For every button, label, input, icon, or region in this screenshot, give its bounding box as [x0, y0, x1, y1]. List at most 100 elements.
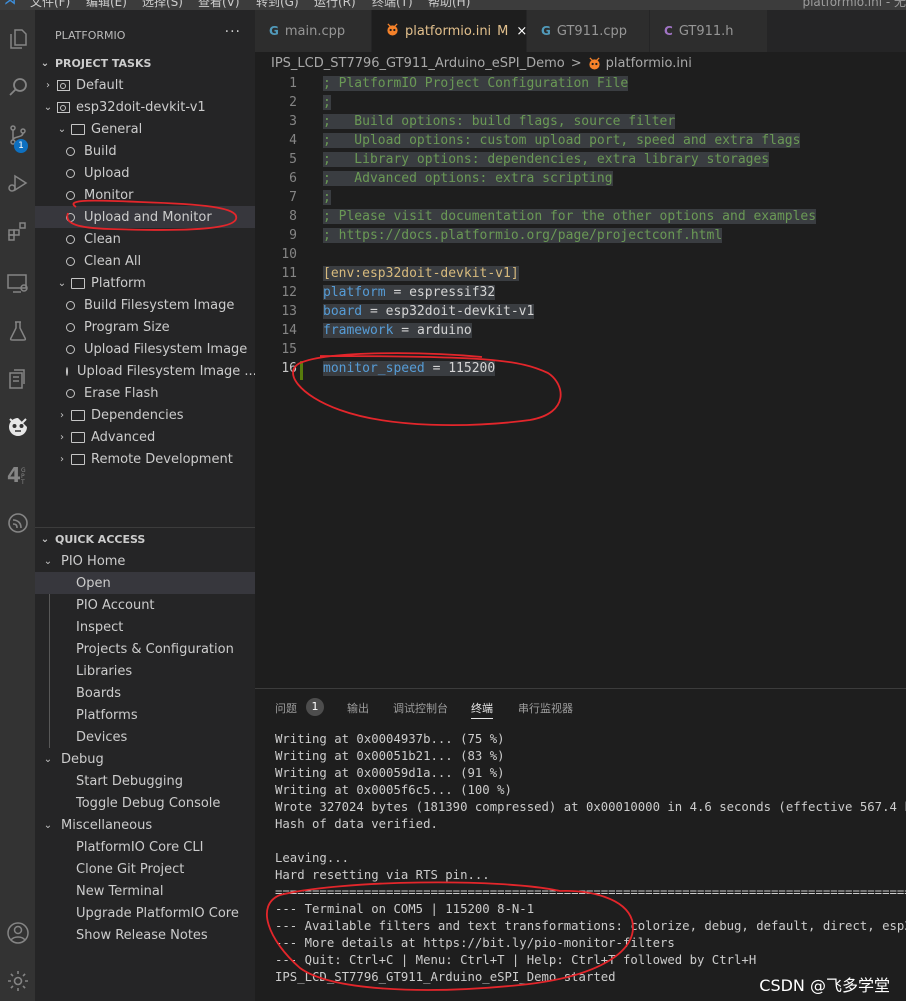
quick-clone-git-project[interactable]: Clone Git Project: [35, 858, 255, 880]
source-control-icon[interactable]: 1: [0, 116, 35, 154]
project-tasks-header[interactable]: ⌄ PROJECT TASKS: [35, 52, 255, 74]
line-number: 9: [289, 228, 297, 243]
tab-debug-console[interactable]: 调试控制台: [393, 700, 448, 716]
group-miscellaneous[interactable]: ⌄ Miscellaneous: [35, 814, 255, 836]
tree-env-esp32[interactable]: ⌄ esp32doit-devkit-v1: [35, 96, 255, 118]
menu-run[interactable]: 运行(R): [314, 0, 356, 10]
quick-platformio-core-cli[interactable]: PlatformIO Core CLI: [35, 836, 255, 858]
quick-platforms[interactable]: Platforms: [35, 704, 255, 726]
terminal-line: --- Available filters and text transform…: [275, 919, 906, 933]
menu-view[interactable]: 查看(V): [198, 0, 240, 10]
tree-general[interactable]: ⌄ General: [35, 118, 255, 140]
task-clean[interactable]: Clean: [35, 228, 255, 250]
run-debug-icon[interactable]: [0, 164, 35, 202]
chatgpt-icon[interactable]: 4GPT: [0, 456, 35, 494]
espressif-icon[interactable]: [0, 504, 35, 542]
tab-gt911-h[interactable]: C GT911.h: [650, 10, 768, 52]
account-icon[interactable]: [0, 914, 35, 952]
ini-equals: =: [385, 285, 410, 300]
menu-file[interactable]: 文件(F): [30, 0, 70, 10]
task-build[interactable]: Build: [35, 140, 255, 162]
terminal-output[interactable]: Writing at 0x0004937b... (75 %) Writing a…: [275, 731, 906, 986]
tree-advanced[interactable]: › Advanced: [35, 426, 255, 448]
platformio-icon[interactable]: [0, 408, 35, 446]
menu-bar: ⋊ 文件(F) 编辑(E) 选择(S) 查看(V) 转到(G) 运行(R) 终端…: [0, 0, 906, 10]
quick-inspect[interactable]: Inspect: [35, 616, 255, 638]
quick-pio-account[interactable]: PIO Account: [35, 594, 255, 616]
source-control-badge: 1: [14, 139, 28, 153]
comment: ; Please visit documentation for the oth…: [323, 209, 817, 224]
folder-icon: [71, 409, 85, 421]
task-circle-icon: [66, 168, 75, 178]
menu-selection[interactable]: 选择(S): [142, 0, 183, 10]
tab-output[interactable]: 输出: [347, 700, 369, 716]
task-label: Upload: [84, 165, 130, 181]
close-tab-icon[interactable]: ×: [516, 24, 527, 39]
quick-projects-configuration[interactable]: Projects & Configuration: [35, 638, 255, 660]
tab-gt911-cpp[interactable]: G GT911.cpp: [527, 10, 650, 52]
item-label: Clone Git Project: [76, 861, 185, 877]
search-icon[interactable]: [0, 68, 35, 106]
group-pio-home[interactable]: ⌄ PIO Home: [35, 550, 255, 572]
quick-access-header[interactable]: ⌄ QUICK ACCESS: [35, 528, 255, 550]
group-label: Debug: [61, 751, 104, 767]
more-actions-icon[interactable]: ···: [225, 24, 241, 40]
ports-icon[interactable]: [0, 360, 35, 398]
line-number: 4: [289, 133, 297, 148]
task-upload-filesystem-image[interactable]: Upload Filesystem Image: [35, 338, 255, 360]
menu-go[interactable]: 转到(G): [256, 0, 299, 10]
chevron-down-icon: ⌄: [43, 819, 53, 831]
task-build-filesystem-image[interactable]: Build Filesystem Image: [35, 294, 255, 316]
quick-boards[interactable]: Boards: [35, 682, 255, 704]
tab-main-cpp[interactable]: G main.cpp: [255, 10, 372, 52]
tree-default-env[interactable]: › Default: [35, 74, 255, 96]
platformio-file-icon: [589, 56, 600, 70]
explorer-icon[interactable]: [0, 20, 35, 58]
tab-terminal[interactable]: 终端: [471, 700, 493, 719]
code-line: ; https://docs.platformio.org/page/proje…: [323, 228, 723, 243]
quick-upgrade-core[interactable]: Upgrade PlatformIO Core: [35, 902, 255, 924]
quick-open[interactable]: Open: [35, 572, 255, 594]
tree-label: Platform: [91, 275, 146, 291]
tree-remote-development[interactable]: › Remote Development: [35, 448, 255, 470]
quick-show-release-notes[interactable]: Show Release Notes: [35, 924, 255, 946]
code-line: ; Please visit documentation for the oth…: [323, 209, 817, 224]
task-upload[interactable]: Upload: [35, 162, 255, 184]
terminal-line: --- More details at https://bit.ly/pio-m…: [275, 936, 675, 950]
quick-devices[interactable]: Devices: [35, 726, 255, 748]
terminal-line: Writing at 0x0004937b... (75 %): [275, 732, 505, 746]
menu-terminal[interactable]: 终端(T): [372, 0, 413, 10]
quick-libraries[interactable]: Libraries: [35, 660, 255, 682]
menu-edit[interactable]: 编辑(E): [86, 0, 127, 10]
tab-problems[interactable]: 问题: [275, 700, 297, 716]
task-upload-and-monitor[interactable]: Upload and Monitor: [35, 206, 255, 228]
panel-tabs: 问题 1 输出 调试控制台 终端 串行监视器: [255, 689, 906, 725]
tree-dependencies[interactable]: › Dependencies: [35, 404, 255, 426]
tab-platformio-ini[interactable]: platformio.ini M ×: [372, 10, 527, 52]
extensions-icon[interactable]: [0, 212, 35, 250]
code-line: board = esp32doit-devkit-v1: [323, 304, 535, 319]
task-upload-filesystem-image-ota[interactable]: Upload Filesystem Image ...: [35, 360, 257, 382]
group-debug[interactable]: ⌄ Debug: [35, 748, 255, 770]
quick-new-terminal[interactable]: New Terminal: [35, 880, 255, 902]
line-number: 16: [281, 361, 297, 376]
quick-start-debugging[interactable]: Start Debugging: [35, 770, 255, 792]
task-erase-flash[interactable]: Erase Flash: [35, 382, 255, 404]
code-line: [env:esp32doit-devkit-v1]: [323, 266, 519, 281]
tree-platform[interactable]: ⌄ Platform: [35, 272, 255, 294]
menu-help[interactable]: 帮助(H): [428, 0, 470, 10]
tree-label: Advanced: [91, 429, 156, 445]
breadcrumb-file[interactable]: platformio.ini: [606, 56, 692, 71]
breadcrumb-folder[interactable]: IPS_LCD_ST7796_GT911_Arduino_eSPI_Demo: [271, 56, 565, 71]
settings-gear-icon[interactable]: [0, 962, 35, 1000]
chevron-right-icon: ›: [60, 409, 64, 421]
task-clean-all[interactable]: Clean All: [35, 250, 255, 272]
remote-explorer-icon[interactable]: [0, 264, 35, 302]
tab-label: main.cpp: [284, 23, 346, 39]
quick-toggle-debug-console[interactable]: Toggle Debug Console: [35, 792, 255, 814]
tab-serial-monitor[interactable]: 串行监视器: [518, 700, 573, 716]
task-monitor[interactable]: Monitor: [35, 184, 255, 206]
task-program-size[interactable]: Program Size: [35, 316, 255, 338]
testing-icon[interactable]: [0, 312, 35, 350]
